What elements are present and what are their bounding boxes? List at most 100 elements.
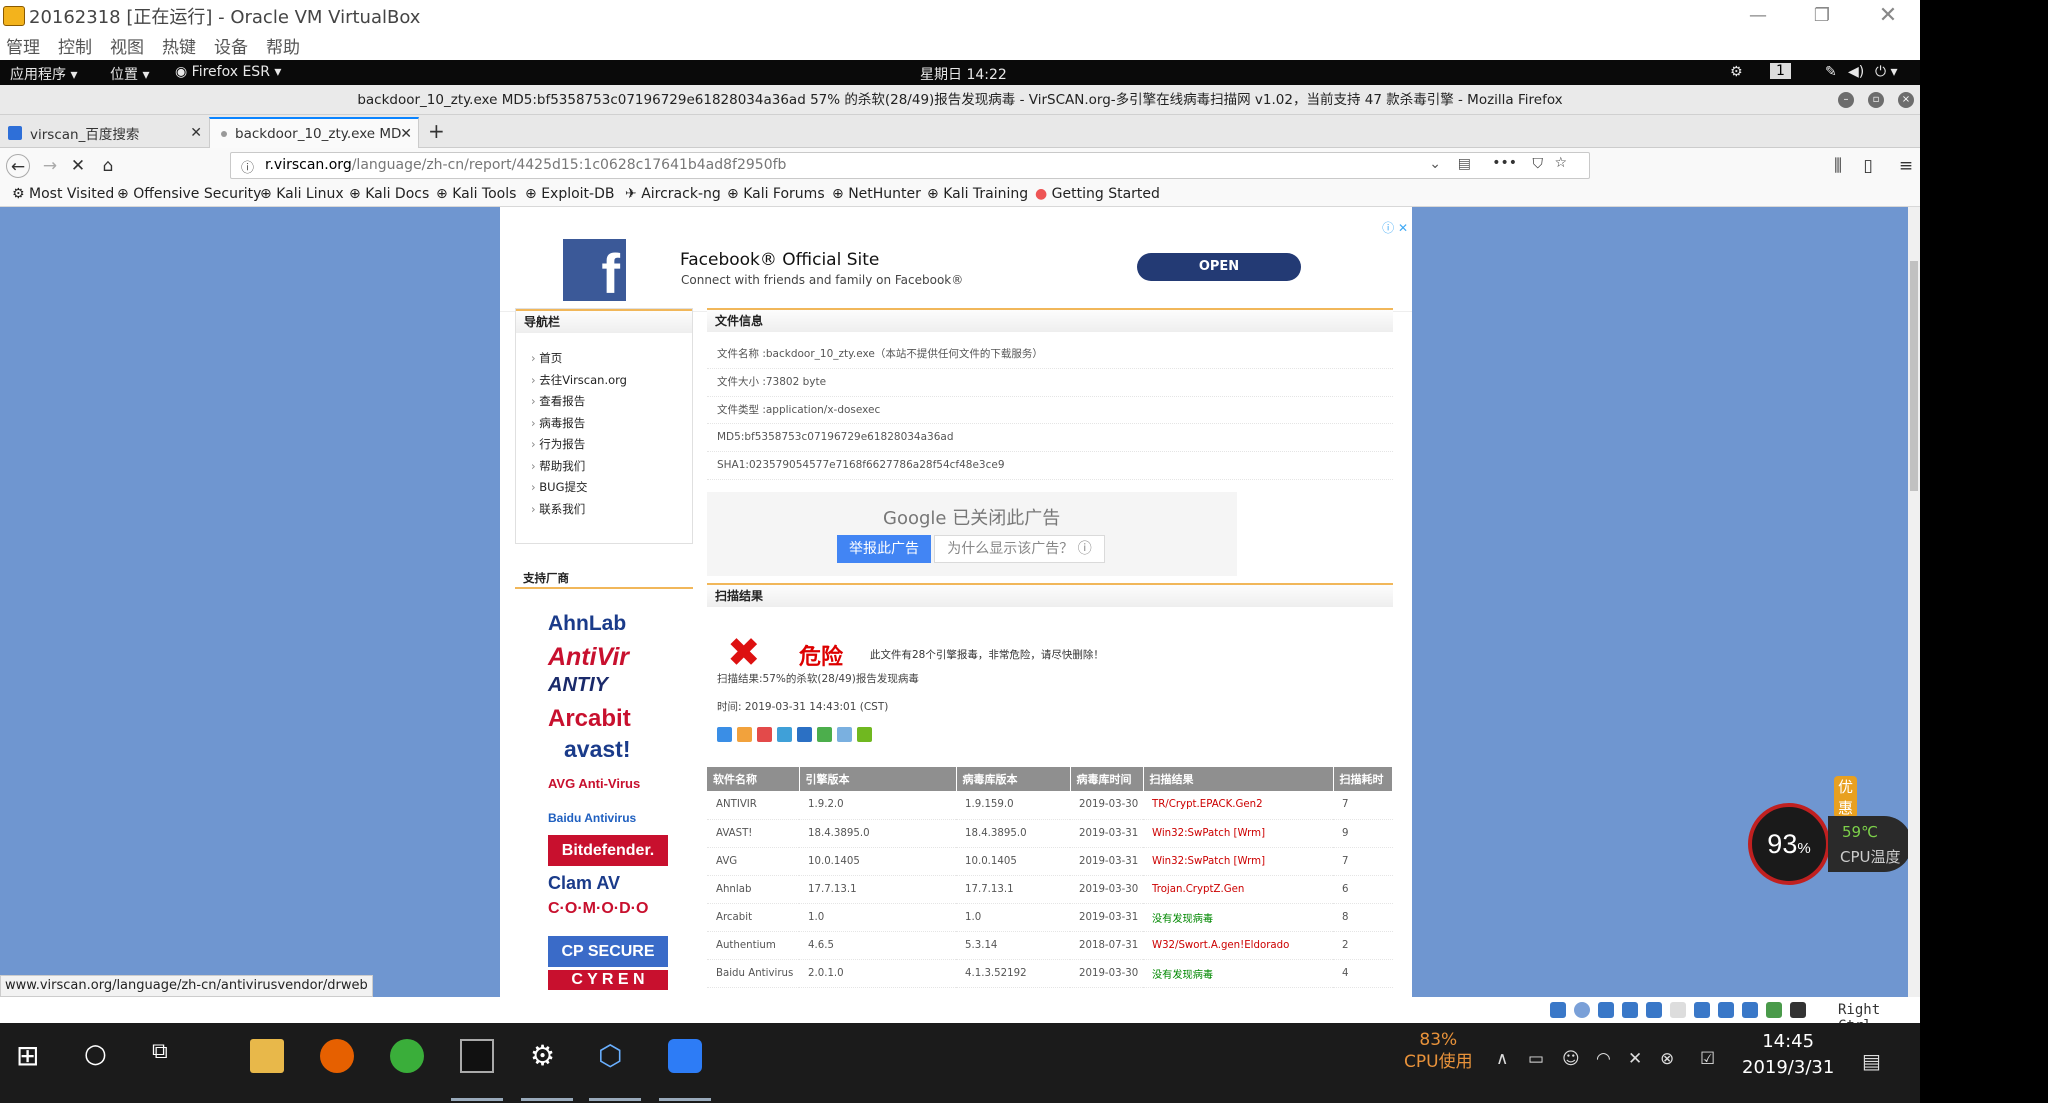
site-info-icon[interactable]: ⓘ: [241, 157, 254, 176]
cyren-logo[interactable]: C Y R E N: [548, 970, 668, 990]
vbox-mouse-icon[interactable]: [1790, 1002, 1806, 1018]
windows-start-icon[interactable]: ⊞: [16, 1039, 50, 1073]
cortana-icon[interactable]: ○: [84, 1039, 118, 1073]
tray-wifi-icon[interactable]: ◠: [1596, 1049, 1611, 1069]
vbox-hdd-icon[interactable]: [1550, 1002, 1566, 1018]
bitdefender-logo[interactable]: Bitdefender.: [548, 835, 668, 866]
nav-view-report[interactable]: 查看报告: [516, 393, 692, 415]
workspace-indicator[interactable]: 1: [1770, 63, 1791, 79]
places-menu[interactable]: 位置 ▾: [110, 64, 149, 84]
hamburger-menu-icon[interactable]: ≡: [1894, 154, 1918, 178]
bookmark-kali-docs[interactable]: ⊕ Kali Docs: [349, 186, 429, 202]
feishu-icon[interactable]: [668, 1039, 702, 1073]
bookmark-star-icon[interactable]: ☆: [1554, 155, 1567, 171]
tray-user-icon[interactable]: ☺: [1562, 1049, 1580, 1069]
firefox-app-menu[interactable]: ◉ Firefox ESR ▾: [175, 64, 281, 80]
page-scrollbar[interactable]: [1908, 207, 1920, 997]
ad-open-button[interactable]: OPEN: [1137, 253, 1301, 281]
share-douban-icon[interactable]: [837, 727, 852, 742]
antiy-logo[interactable]: ANTIY: [548, 674, 668, 705]
share-tqq-icon[interactable]: [777, 727, 792, 742]
bookmark-kali-training[interactable]: ⊕ Kali Training: [927, 186, 1028, 202]
clock[interactable]: 星期日 14:22: [920, 64, 1007, 84]
bookmark-exploit-db[interactable]: ⊕ Exploit-DB: [525, 186, 614, 202]
library-icon[interactable]: ⫼: [1826, 154, 1850, 178]
cpsecure-logo[interactable]: CP SECURE: [548, 936, 668, 967]
cpu-usage-tray[interactable]: 83% CPU使用: [1404, 1029, 1473, 1073]
menu-help[interactable]: 帮助: [266, 33, 300, 59]
vbox-cpu-icon[interactable]: [1742, 1002, 1758, 1018]
taskbar-clock[interactable]: 14:45 2019/3/31: [1742, 1029, 1834, 1081]
nav-home[interactable]: 首页: [516, 350, 692, 372]
close-icon[interactable]: ✕: [1858, 0, 1918, 31]
home-icon[interactable]: ⌂: [96, 154, 120, 178]
pocket-icon[interactable]: ⛉: [1533, 156, 1544, 172]
vbox-display-icon[interactable]: [1694, 1002, 1710, 1018]
bookmark-most-visited[interactable]: ⚙ Most Visited: [12, 186, 114, 202]
share-qzone-icon[interactable]: [737, 727, 752, 742]
close-tab-icon[interactable]: ✕: [190, 125, 202, 141]
stop-icon[interactable]: ✕: [66, 154, 90, 178]
baidu-antivirus-logo[interactable]: Baidu Antivirus: [548, 801, 668, 835]
comodo-logo[interactable]: C·O·M·O·D·O: [548, 900, 668, 936]
task-view-icon[interactable]: ⧉: [152, 1039, 186, 1073]
nav-virus-report[interactable]: 病毒报告: [516, 415, 692, 437]
applications-menu[interactable]: 应用程序 ▾: [10, 64, 77, 84]
why-this-ad-button[interactable]: 为什么显示该广告？ ⓘ: [934, 535, 1105, 563]
ff-minimize-icon[interactable]: –: [1838, 92, 1854, 108]
nav-behavior-report[interactable]: 行为报告: [516, 436, 692, 458]
action-center-icon[interactable]: ▤: [1862, 1049, 1881, 1073]
bookmark-kali-forums[interactable]: ⊕ Kali Forums: [727, 186, 825, 202]
vbox-optical-icon[interactable]: [1574, 1002, 1590, 1018]
share-add-icon[interactable]: [717, 727, 732, 742]
share-renren-icon[interactable]: [797, 727, 812, 742]
avg-logo[interactable]: AVG Anti-Virus: [548, 767, 668, 801]
vbox-network-icon[interactable]: [1622, 1002, 1638, 1018]
tray-network-error-icon[interactable]: ⊗: [1660, 1049, 1674, 1069]
maximize-icon[interactable]: ❐: [1792, 0, 1852, 31]
ahnlab-logo[interactable]: AhnLab: [548, 612, 668, 643]
tab-baidu[interactable]: virscan_百度搜索 ✕: [0, 117, 208, 148]
file-explorer-icon[interactable]: [250, 1039, 284, 1073]
vbox-capture-icon[interactable]: [1718, 1002, 1734, 1018]
menu-manage[interactable]: 管理: [6, 33, 40, 59]
ad-choices-icon[interactable]: ⓘ ✕: [1382, 219, 1408, 236]
avast-logo[interactable]: avast!: [548, 736, 668, 767]
tray-battery-icon[interactable]: ▭: [1528, 1049, 1544, 1069]
ff-close-icon[interactable]: ×: [1898, 92, 1914, 108]
ff-maximize-icon[interactable]: ▫: [1868, 92, 1884, 108]
power-icon[interactable]: ⏻ ▾: [1875, 64, 1898, 80]
page-actions-icon[interactable]: •••: [1492, 155, 1517, 171]
url-bar[interactable]: ⓘ r.virscan.org/language/zh-cn/report/44…: [230, 152, 1590, 179]
bookmark-aircrack-ng[interactable]: ✈ Aircrack-ng: [625, 186, 721, 202]
forward-icon[interactable]: →: [38, 154, 62, 178]
back-icon[interactable]: ←: [6, 154, 30, 178]
antivir-logo[interactable]: AntiVir: [548, 643, 668, 674]
url-dropdown-icon[interactable]: ⌄: [1429, 156, 1441, 172]
share-wechat-icon[interactable]: [857, 727, 872, 742]
sidebar-icon[interactable]: ▯: [1856, 154, 1880, 178]
new-tab-icon[interactable]: +: [428, 119, 445, 143]
terminal-icon[interactable]: [460, 1039, 494, 1073]
bookmark-nethunter[interactable]: ⊕ NetHunter: [832, 186, 921, 202]
volume-icon[interactable]: ◀): [1848, 64, 1864, 80]
nav-bug-submit[interactable]: BUG提交: [516, 479, 692, 501]
report-ad-button[interactable]: 举报此广告: [837, 535, 931, 563]
tab-virscan-report[interactable]: backdoor_10_zty.exe MD ✕: [209, 117, 419, 148]
reader-view-icon[interactable]: ▤: [1458, 156, 1471, 172]
vbox-shared-folder-icon[interactable]: [1670, 1002, 1686, 1018]
menu-view[interactable]: 视图: [110, 33, 144, 59]
virtualbox-taskbar-icon[interactable]: ⬡: [598, 1039, 632, 1073]
vbox-usb-icon[interactable]: [1646, 1002, 1662, 1018]
menu-hotkey[interactable]: 热键: [162, 33, 196, 59]
firefox-taskbar-icon[interactable]: [320, 1039, 354, 1073]
clamav-logo[interactable]: Clam AV: [548, 866, 668, 900]
share-weibo-icon[interactable]: [757, 727, 772, 742]
nav-help-us[interactable]: 帮助我们: [516, 458, 692, 480]
settings-gear-icon[interactable]: ⚙: [530, 1039, 564, 1073]
facebook-ad[interactable]: f Facebook® Official Site Connect with f…: [500, 217, 1412, 312]
arcabit-logo[interactable]: Arcabit: [548, 705, 668, 736]
bookmark-kali-tools[interactable]: ⊕ Kali Tools: [436, 186, 516, 202]
network-icon[interactable]: ✎: [1825, 64, 1837, 80]
ad-headline[interactable]: Facebook® Official Site: [680, 250, 879, 270]
